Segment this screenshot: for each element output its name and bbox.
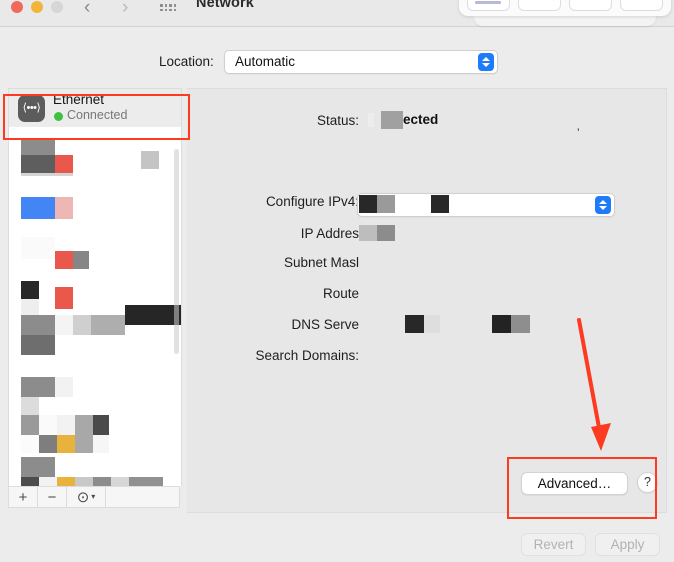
location-label: Location: bbox=[159, 54, 214, 69]
subnet-mask-label: Subnet Masl bbox=[284, 255, 359, 270]
minimize-button[interactable] bbox=[31, 1, 43, 13]
forward-button[interactable]: › bbox=[122, 0, 128, 18]
dns-redaction-3 bbox=[492, 315, 511, 333]
chevron-updown-icon[interactable] bbox=[478, 53, 494, 71]
revert-button[interactable]: Revert bbox=[521, 533, 586, 556]
toolbar-cell-3[interactable] bbox=[569, 0, 612, 11]
router-label: Route bbox=[323, 286, 359, 301]
location-select[interactable]: Automatic bbox=[224, 50, 498, 74]
floating-panel-shadow bbox=[474, 16, 656, 26]
network-detail-panel: Status: ected ’ Configure IPv4: IP Addre… bbox=[187, 88, 667, 513]
ethernet-icon: ⟨•••⟩ bbox=[18, 95, 45, 122]
ip-address-redaction-1 bbox=[359, 225, 377, 241]
ip-address-redaction-2 bbox=[377, 225, 395, 241]
network-services-sidebar[interactable]: ⟨•••⟩ Ethernet Connected bbox=[8, 88, 182, 487]
configure-ipv4-label: Configure IPv4: bbox=[266, 194, 359, 209]
dns-server-label: DNS Serve bbox=[291, 317, 359, 332]
toolbar-cell-2[interactable] bbox=[518, 0, 561, 11]
add-service-button[interactable]: + bbox=[9, 487, 38, 507]
text-fragment: ’ bbox=[577, 127, 579, 139]
dns-redaction-4 bbox=[511, 315, 530, 333]
sidebar-item-status: Connected bbox=[67, 108, 127, 122]
zoom-button[interactable] bbox=[51, 1, 63, 13]
status-redaction-1 bbox=[368, 113, 374, 127]
location-row: Location: Automatic bbox=[0, 50, 674, 78]
chevron-updown-icon[interactable] bbox=[595, 196, 611, 214]
sidebar-footer-toolbar: + − ⊙ ▾ bbox=[8, 486, 180, 508]
chevron-down-icon: ▾ bbox=[91, 493, 95, 501]
sidebar-item-label: Ethernet bbox=[53, 92, 104, 107]
search-domains-label: Search Domains: bbox=[255, 348, 359, 363]
location-value: Automatic bbox=[235, 54, 295, 69]
ipv4-redaction-3 bbox=[431, 195, 449, 213]
service-actions-button[interactable]: ⊙ ▾ bbox=[67, 487, 106, 507]
dns-redaction-1 bbox=[405, 315, 424, 333]
advanced-button[interactable]: Advanced… bbox=[521, 472, 628, 495]
remove-service-button[interactable]: − bbox=[38, 487, 67, 507]
status-label: Status: bbox=[317, 113, 359, 128]
toolbar-cell-1[interactable] bbox=[467, 0, 510, 11]
floating-toolbar-panel bbox=[459, 0, 671, 16]
configure-ipv4-select[interactable] bbox=[357, 193, 615, 217]
apply-button[interactable]: Apply bbox=[595, 533, 660, 556]
ip-address-label: IP Addres bbox=[301, 226, 359, 241]
back-button[interactable]: ‹ bbox=[84, 0, 90, 18]
page-title: Network bbox=[196, 0, 254, 11]
ipv4-redaction-2 bbox=[377, 195, 395, 213]
status-value: ected bbox=[403, 112, 438, 127]
status-dot-icon bbox=[54, 112, 63, 121]
actions-gear-icon: ⊙ bbox=[77, 490, 90, 505]
grid-view-icon[interactable] bbox=[160, 0, 182, 14]
status-redaction-2 bbox=[381, 111, 403, 129]
toolbar-cell-4[interactable] bbox=[620, 0, 663, 11]
sidebar-scrollbar[interactable] bbox=[174, 149, 179, 354]
ipv4-redaction-1 bbox=[359, 195, 377, 213]
help-button[interactable]: ? bbox=[637, 472, 658, 493]
close-button[interactable] bbox=[11, 1, 23, 13]
sidebar-item-ethernet[interactable]: ⟨•••⟩ Ethernet Connected bbox=[9, 89, 181, 127]
dns-redaction-2 bbox=[424, 315, 440, 333]
sidebar-footer-spacer bbox=[106, 487, 179, 507]
network-preferences-window: ‹ › Network Location: Automatic ⟨•••⟩ Et… bbox=[0, 0, 674, 562]
